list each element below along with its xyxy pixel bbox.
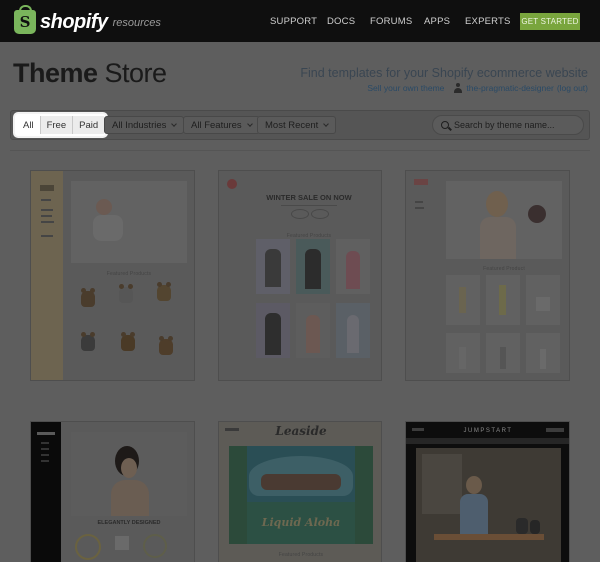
theme-card-6[interactable]: JUMPSTART	[405, 421, 570, 562]
theme-card-5[interactable]: Leaside Liquid Aloha Featured Products	[218, 421, 382, 562]
shopping-bag-icon: S	[14, 5, 36, 34]
price-filter-segmented: All Free Paid	[15, 114, 107, 136]
filter-free[interactable]: Free	[39, 116, 73, 134]
theme-section-caption: Featured Products	[278, 552, 324, 558]
product-thumbnail	[486, 333, 520, 373]
nav-support[interactable]: SUPPORT	[270, 16, 317, 27]
theme-card-1[interactable]: Featured Products	[30, 170, 195, 381]
product-thumbnail	[157, 282, 171, 301]
user-profile-link[interactable]: the-pragmatic-designer	[466, 83, 553, 93]
product-thumbnail	[143, 534, 167, 558]
nav-forums[interactable]: FORUMS	[370, 16, 412, 27]
divider	[10, 150, 590, 151]
hero-photo	[416, 448, 561, 562]
theme-logo: Leaside	[275, 424, 327, 438]
theme-heading: ELEGANTLY DESIGNED	[97, 520, 161, 526]
theme-search[interactable]	[432, 115, 584, 135]
product-thumbnail	[446, 333, 480, 373]
product-thumbnail	[526, 275, 560, 325]
product-thumbnail	[119, 284, 133, 303]
features-dropdown[interactable]: All Features	[183, 116, 260, 134]
product-thumbnail	[81, 332, 95, 351]
logout-link[interactable]: (log out)	[557, 83, 588, 93]
product-thumbnail	[296, 239, 330, 294]
chevron-down-icon	[171, 121, 178, 127]
product-thumbnail	[75, 534, 101, 560]
search-input[interactable]	[454, 120, 574, 130]
product-thumbnail	[526, 333, 560, 373]
theme-card-3[interactable]: Featured Product	[405, 170, 570, 381]
theme-card-4[interactable]: ELEGANTLY DESIGNED	[30, 421, 195, 562]
product-thumbnail	[446, 275, 480, 325]
page-title: Theme Store	[13, 58, 167, 88]
product-thumbnail	[256, 239, 290, 294]
theme-section-caption: Featured Products	[106, 271, 152, 277]
filter-paid[interactable]: Paid	[72, 116, 105, 134]
theme-logo	[227, 179, 237, 189]
hero-photo	[446, 181, 562, 259]
product-thumbnail	[296, 303, 330, 358]
logo-subtitle: resources	[112, 17, 161, 29]
nav-docs[interactable]: DOCS	[327, 16, 355, 27]
nav-experts[interactable]: EXPERTS	[465, 16, 511, 27]
industries-dropdown[interactable]: All Industries	[104, 116, 185, 134]
product-thumbnail	[336, 239, 370, 294]
theme-banner-text: WINTER SALE ON NOW	[266, 193, 352, 202]
get-started-button[interactable]: GET STARTED	[520, 13, 580, 30]
hero-photo: Liquid Aloha	[229, 446, 373, 544]
chevron-down-icon	[246, 121, 253, 127]
hero-photo	[71, 432, 187, 516]
banner-heading: Liquid Aloha	[261, 516, 341, 529]
shopify-logo[interactable]: S shopify resources	[14, 5, 161, 34]
top-navigation-bar: S shopify resources SUPPORT DOCS FORUMS …	[0, 0, 600, 42]
theme-section-caption: Featured Product	[483, 266, 525, 272]
user-icon	[454, 83, 463, 93]
theme-logo: JUMPSTART	[463, 428, 513, 434]
product-thumbnail	[115, 536, 129, 550]
account-links: Sell your own theme the-pragmatic-design…	[367, 83, 588, 93]
chevron-down-icon	[323, 121, 330, 127]
logo-wordmark: shopify	[40, 11, 108, 33]
product-thumbnail	[81, 288, 95, 307]
hero-photo	[71, 181, 187, 263]
search-icon	[441, 121, 449, 129]
nav-apps[interactable]: APPS	[424, 16, 450, 27]
theme-sidebar	[31, 171, 63, 380]
filter-all[interactable]: All	[17, 116, 40, 134]
product-thumbnail	[256, 303, 290, 358]
page-tagline: Find templates for your Shopify ecommerc…	[300, 66, 588, 80]
product-thumbnail	[336, 303, 370, 358]
product-thumbnail	[159, 336, 173, 355]
product-thumbnail	[121, 332, 135, 351]
theme-card-2[interactable]: WINTER SALE ON NOW Featured Products	[218, 170, 382, 381]
sell-theme-link[interactable]: Sell your own theme	[367, 83, 444, 93]
sort-dropdown[interactable]: Most Recent	[257, 116, 337, 134]
product-thumbnail	[486, 275, 520, 325]
